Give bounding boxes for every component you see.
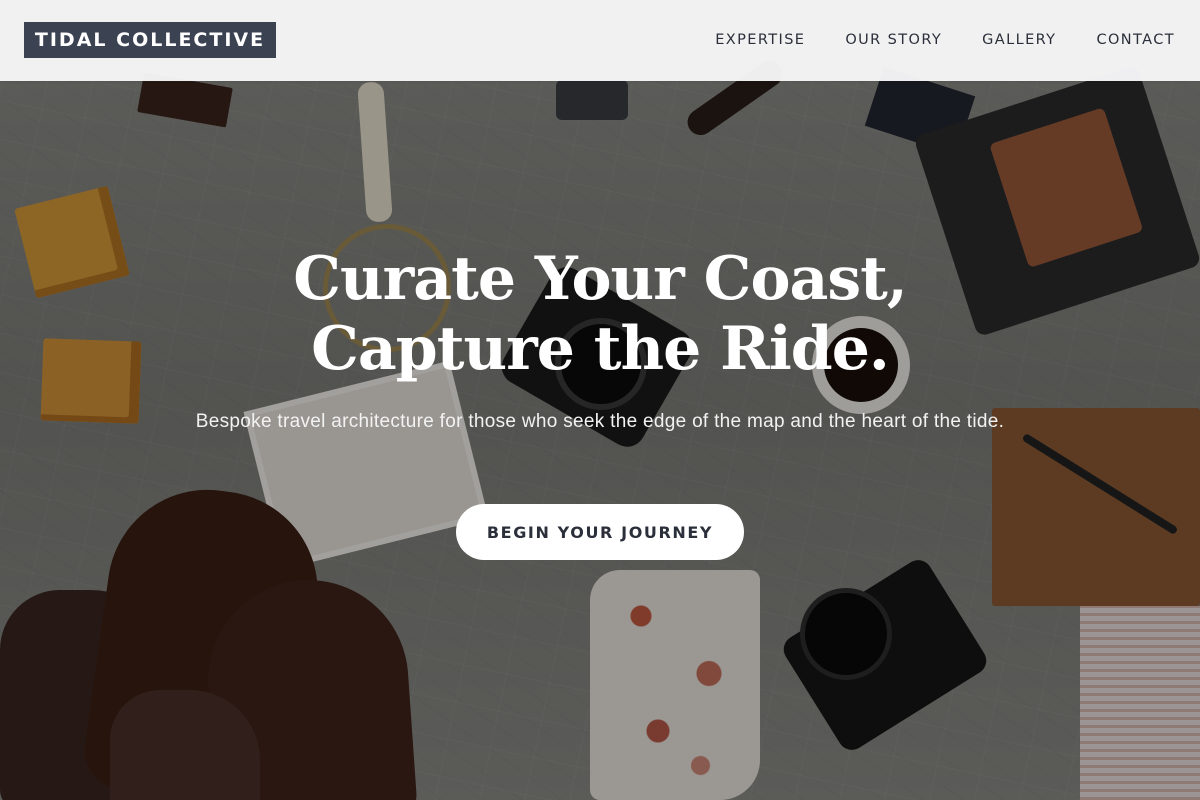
hero-subtitle: Bespoke travel architecture for those wh… (195, 411, 1005, 432)
hero-title: Curate Your Coast, Capture the Ride. (150, 244, 1050, 384)
hero-title-line-1: Curate Your Coast, (293, 244, 907, 314)
hero-section: Curate Your Coast, Capture the Ride. Bes… (0, 0, 1200, 800)
hero-title-line-2: Capture the Ride. (311, 314, 890, 384)
begin-journey-button[interactable]: BEGIN YOUR JOURNEY (456, 504, 744, 560)
